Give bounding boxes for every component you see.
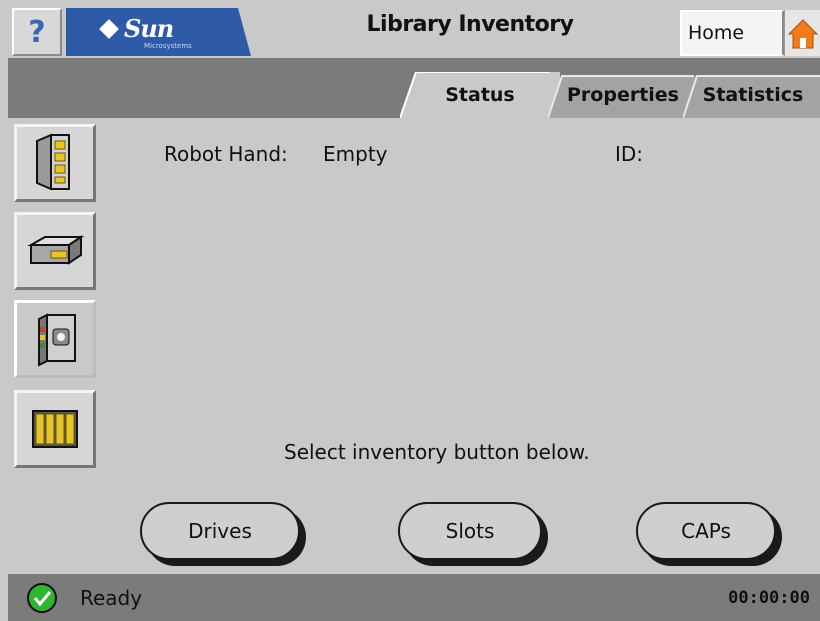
help-button[interactable]: ?: [12, 8, 62, 56]
home-button-label: Home: [688, 22, 745, 44]
home-icon[interactable]: [784, 10, 820, 56]
drive-icon: [27, 235, 85, 265]
sidebar-library-button[interactable]: [14, 124, 96, 202]
sidebar-drive-button[interactable]: [14, 212, 96, 290]
help-icon: ?: [28, 14, 46, 50]
sidebar-slots-button[interactable]: [14, 390, 96, 468]
tab-status[interactable]: Status: [400, 72, 560, 118]
tab-properties-label: Properties: [567, 84, 679, 106]
status-text: Ready: [80, 586, 143, 610]
caps-button[interactable]: CAPs: [636, 502, 782, 566]
tab-statistics[interactable]: Statistics: [683, 72, 820, 118]
page-title: Library Inventory: [366, 12, 574, 37]
id-label: ID:: [615, 142, 644, 166]
instructions-text: Select inventory button below.: [284, 440, 590, 464]
tab-statistics-label: Statistics: [702, 84, 804, 106]
sun-logo: Sun Microsystems: [66, 8, 251, 56]
slots-button-label: Slots: [398, 502, 542, 560]
tab-status-label: Status: [445, 84, 515, 106]
logo-subtext: Microsystems: [144, 42, 192, 50]
tab-strip: Status Properties Statistics: [8, 58, 820, 118]
library-inventory-screen: ? Sun Microsystems Library Inventory Hom…: [0, 0, 820, 621]
drives-button[interactable]: Drives: [140, 502, 306, 566]
cartridge-icon: [38, 313, 76, 367]
caps-button-label: CAPs: [636, 502, 776, 560]
robot-hand-value: Empty: [323, 142, 388, 166]
ready-check-icon: [27, 583, 57, 613]
status-bar: Ready 00:00:00: [8, 574, 820, 621]
slots-icon: [32, 410, 78, 448]
library-icon: [36, 133, 70, 191]
tab-properties[interactable]: Properties: [548, 72, 698, 118]
home-button[interactable]: Home: [680, 10, 784, 56]
logo-text: Sun: [124, 14, 174, 43]
clock: 00:00:00: [728, 588, 810, 608]
robot-hand-label: Robot Hand:: [164, 142, 288, 166]
slots-button[interactable]: Slots: [398, 502, 548, 566]
sidebar-cartridge-button[interactable]: [14, 300, 96, 378]
drives-button-label: Drives: [140, 502, 300, 560]
